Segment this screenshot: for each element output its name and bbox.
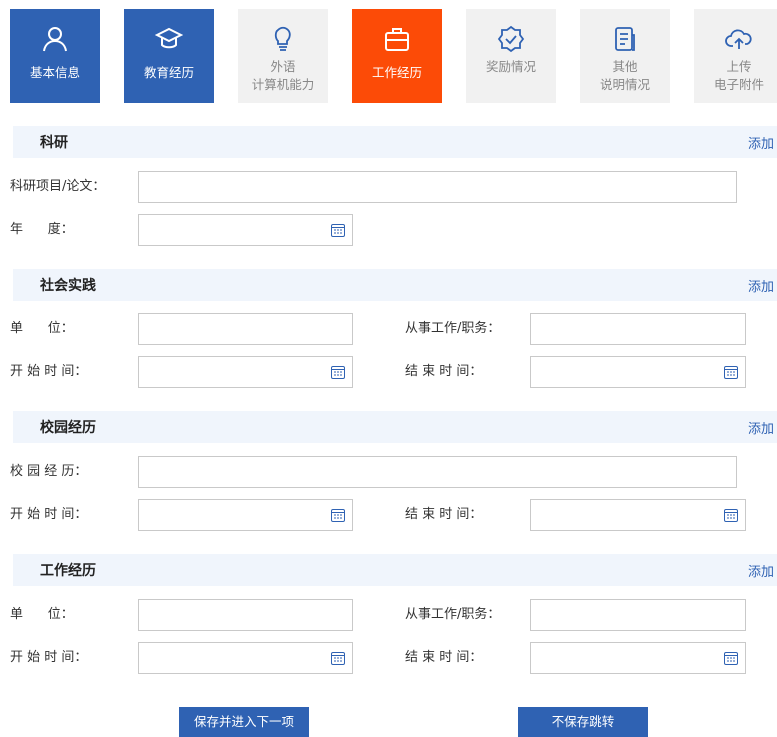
section-header-work: 工作经历 添加 bbox=[13, 554, 777, 586]
position-label: 从事工作/职务： bbox=[405, 321, 501, 336]
end-date-input[interactable] bbox=[530, 642, 746, 674]
section-title: 校园经历 bbox=[40, 420, 96, 436]
add-link[interactable]: 添加 bbox=[748, 561, 774, 580]
unit-label: 单 位： bbox=[10, 607, 74, 622]
calendar-icon[interactable] bbox=[723, 507, 739, 523]
add-link[interactable]: 添加 bbox=[748, 133, 774, 152]
calendar-icon[interactable] bbox=[330, 650, 346, 666]
project-label: 科研项目/论文： bbox=[10, 179, 106, 194]
tab-education[interactable]: 教育经历 bbox=[124, 9, 214, 103]
start-date-input[interactable] bbox=[138, 499, 353, 531]
unit-input[interactable] bbox=[138, 313, 353, 345]
section-header-social-practice: 社会实践 添加 bbox=[13, 269, 777, 301]
calendar-icon[interactable] bbox=[723, 650, 739, 666]
tab-label: 上传 bbox=[726, 59, 752, 74]
unit-input[interactable] bbox=[138, 599, 353, 631]
position-input[interactable] bbox=[530, 599, 746, 631]
add-link[interactable]: 添加 bbox=[748, 418, 774, 437]
start-date-input[interactable] bbox=[138, 356, 353, 388]
project-input[interactable] bbox=[138, 171, 737, 203]
lightbulb-icon bbox=[269, 25, 297, 53]
document-icon bbox=[611, 25, 639, 53]
end-time-label: 结 束 时 间： bbox=[405, 507, 483, 522]
year-label: 年 度： bbox=[10, 222, 74, 237]
tab-label: 基本信息 bbox=[29, 65, 80, 80]
section-header-research: 科研 添加 bbox=[13, 126, 777, 158]
tab-awards[interactable]: 奖励情况 bbox=[466, 9, 556, 103]
tab-other[interactable]: 其他 说明情况 bbox=[580, 9, 670, 103]
position-label: 从事工作/职务： bbox=[405, 607, 501, 622]
calendar-icon[interactable] bbox=[723, 364, 739, 380]
tab-label: 外语 bbox=[270, 59, 296, 74]
step-tabs: 基本信息 教育经历 外语 计算机能力 工作经历 奖励情况 其他 说明情况 上传 … bbox=[0, 0, 777, 110]
section-title: 社会实践 bbox=[40, 278, 96, 294]
add-link[interactable]: 添加 bbox=[748, 276, 774, 295]
section-title: 科研 bbox=[40, 135, 68, 151]
section-title: 工作经历 bbox=[40, 563, 96, 579]
section-header-campus: 校园经历 添加 bbox=[13, 411, 777, 443]
briefcase-icon bbox=[383, 25, 411, 53]
tab-basic-info[interactable]: 基本信息 bbox=[10, 9, 100, 103]
user-icon bbox=[41, 25, 69, 53]
unit-label: 单 位： bbox=[10, 321, 74, 336]
calendar-icon[interactable] bbox=[330, 507, 346, 523]
cloud-upload-icon bbox=[725, 25, 753, 53]
tab-label-line2: 计算机能力 bbox=[251, 77, 315, 92]
start-time-label: 开 始 时 间： bbox=[10, 364, 88, 379]
tab-language-computer[interactable]: 外语 计算机能力 bbox=[238, 9, 328, 103]
end-time-label: 结 束 时 间： bbox=[405, 364, 483, 379]
start-date-input[interactable] bbox=[138, 642, 353, 674]
tab-label-line2: 说明情况 bbox=[599, 77, 650, 92]
tab-label: 其他 bbox=[612, 59, 638, 74]
end-date-input[interactable] bbox=[530, 499, 746, 531]
graduation-cap-icon bbox=[155, 25, 183, 53]
tab-upload[interactable]: 上传 电子附件 bbox=[694, 9, 777, 103]
year-date-input[interactable] bbox=[138, 214, 353, 246]
tab-label: 工作经历 bbox=[371, 65, 422, 80]
tab-label: 教育经历 bbox=[143, 65, 194, 80]
end-date-input[interactable] bbox=[530, 356, 746, 388]
calendar-icon[interactable] bbox=[330, 222, 346, 238]
tab-label-line2: 电子附件 bbox=[713, 77, 764, 92]
start-time-label: 开 始 时 间： bbox=[10, 507, 88, 522]
calendar-icon[interactable] bbox=[330, 364, 346, 380]
campus-experience-label: 校 园 经 历： bbox=[10, 464, 88, 479]
award-icon bbox=[497, 25, 525, 53]
tab-work-experience[interactable]: 工作经历 bbox=[352, 9, 442, 103]
tab-label: 奖励情况 bbox=[485, 59, 536, 74]
start-time-label: 开 始 时 间： bbox=[10, 650, 88, 665]
campus-experience-input[interactable] bbox=[138, 456, 737, 488]
position-input[interactable] bbox=[530, 313, 746, 345]
end-time-label: 结 束 时 间： bbox=[405, 650, 483, 665]
